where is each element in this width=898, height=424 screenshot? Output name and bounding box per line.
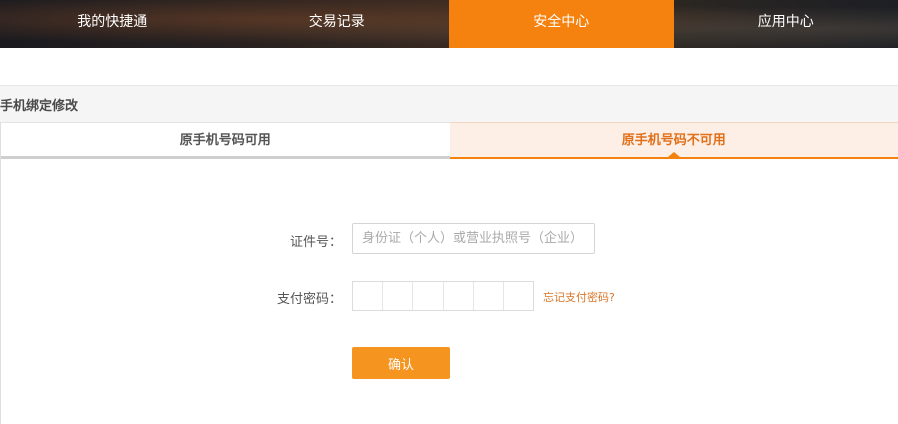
tab-label: 原手机号码不可用 <box>621 133 726 148</box>
password-digit-box[interactable] <box>444 282 474 310</box>
password-digit-box[interactable] <box>383 282 414 310</box>
password-digit-box[interactable] <box>353 282 384 310</box>
id-number-input[interactable] <box>352 223 595 254</box>
forgot-password-link[interactable]: 忘记支付密码? <box>543 289 615 305</box>
section-header: 手机绑定修改 <box>0 85 898 122</box>
confirm-button[interactable]: 确认 <box>352 347 450 379</box>
password-digit-box[interactable] <box>474 282 504 310</box>
payment-password-label: 支付密码： <box>276 292 342 307</box>
top-navigation: 我的快捷通 交易记录 安全中心 应用中心 <box>0 0 898 48</box>
password-digit-box[interactable] <box>504 282 533 310</box>
nav-item-quickpay[interactable]: 我的快捷通 <box>0 0 225 48</box>
section-title: 手机绑定修改 <box>0 99 79 114</box>
tab-original-phone-unavailable[interactable]: 原手机号码不可用 <box>449 122 898 159</box>
tab-bar: 原手机号码可用 原手机号码不可用 <box>1 122 898 159</box>
active-tab-caret-icon <box>667 152 680 157</box>
nav-item-transactions[interactable]: 交易记录 <box>225 0 450 48</box>
id-number-label: 证件号： <box>289 235 342 250</box>
nav-item-app-center[interactable]: 应用中心 <box>674 0 898 48</box>
nav-item-security-center[interactable]: 安全中心 <box>449 0 674 48</box>
payment-password-input[interactable] <box>352 281 534 311</box>
phone-binding-panel: 原手机号码可用 原手机号码不可用 证件号： 支付密码： 忘记支付密码? 确认 <box>0 122 898 424</box>
tab-original-phone-available[interactable]: 原手机号码可用 <box>1 122 450 159</box>
password-digit-box[interactable] <box>413 282 444 310</box>
